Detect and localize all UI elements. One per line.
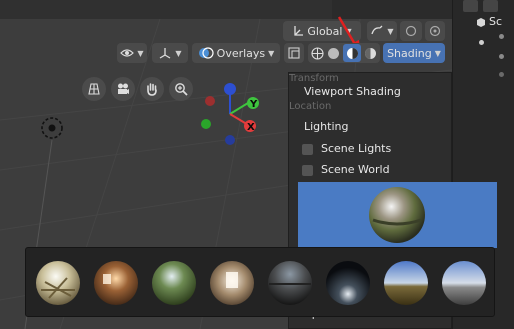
outliner-scene-label[interactable]: Sc bbox=[489, 15, 502, 28]
outliner-row-icon bbox=[499, 72, 504, 77]
outliner-expand-icon[interactable] bbox=[479, 40, 484, 45]
scene-lights-checkbox[interactable] bbox=[302, 144, 313, 155]
material-preview-icon bbox=[346, 47, 358, 59]
xray-toggle[interactable] bbox=[284, 43, 304, 63]
wireframe-shading-icon[interactable] bbox=[311, 46, 324, 60]
scene-world-label[interactable]: Scene World bbox=[321, 163, 390, 176]
outliner-row-icon bbox=[499, 54, 504, 59]
scene-lights-label[interactable]: Scene Lights bbox=[321, 142, 391, 155]
neg-z-axis-handle[interactable] bbox=[225, 135, 235, 145]
camera-view-button[interactable] bbox=[111, 77, 135, 101]
snapping-dropdown[interactable]: ▼ bbox=[367, 21, 397, 41]
zoom-icon bbox=[175, 83, 188, 96]
y-axis-label: Y bbox=[249, 99, 258, 110]
rendered-shading-icon[interactable] bbox=[364, 47, 377, 60]
grid-icon bbox=[88, 83, 100, 95]
toggle-ortho-button[interactable] bbox=[82, 77, 106, 101]
outliner-row-icon bbox=[499, 34, 504, 39]
popover-title: Viewport Shading bbox=[304, 85, 401, 98]
camera-icon bbox=[118, 83, 129, 94]
gizmo-dropdown[interactable]: ▼ bbox=[152, 43, 188, 63]
shading-mode-group bbox=[308, 43, 380, 63]
transform-axes-icon bbox=[294, 26, 304, 36]
neg-x-axis-handle[interactable] bbox=[205, 96, 215, 106]
hdri-option-3[interactable] bbox=[151, 260, 197, 306]
proportional-edit-icon bbox=[405, 25, 417, 37]
overlays-label: Overlays bbox=[216, 46, 266, 60]
xray-icon bbox=[288, 47, 300, 59]
hdri-selection-strip bbox=[25, 247, 495, 317]
hdri-option-7[interactable] bbox=[383, 260, 429, 306]
hdri-option-4[interactable] bbox=[209, 260, 255, 306]
chevron-down-icon: ▼ bbox=[268, 48, 275, 58]
proportional-falloff-button[interactable] bbox=[425, 21, 445, 41]
scene-collection-icon bbox=[477, 18, 485, 27]
chevron-down-icon: ▼ bbox=[434, 48, 441, 58]
hdri-preview-button[interactable] bbox=[298, 182, 497, 248]
shading-dropdown[interactable]: Shading ▼ bbox=[383, 43, 445, 63]
chevron-down-icon: ▼ bbox=[137, 48, 144, 58]
chevron-down-icon: ▼ bbox=[175, 48, 182, 58]
shading-label: Shading bbox=[387, 46, 432, 60]
hdri-option-6[interactable] bbox=[325, 260, 371, 306]
overlays-dropdown[interactable]: Overlays ▼ bbox=[192, 43, 280, 63]
location-ghost-label: Location bbox=[289, 101, 332, 112]
hdri-option-2[interactable] bbox=[93, 260, 139, 306]
chevron-down-icon: ▼ bbox=[387, 26, 394, 36]
outliner-editor-icon[interactable] bbox=[463, 0, 478, 12]
pan-view-button[interactable] bbox=[140, 77, 164, 101]
visibility-dropdown[interactable]: ▼ bbox=[117, 43, 147, 63]
eye-icon bbox=[120, 49, 135, 57]
overlays-icon bbox=[198, 47, 214, 59]
x-axis-label: X bbox=[247, 122, 255, 133]
neg-y-axis-handle[interactable] bbox=[201, 119, 211, 129]
hdri-option-1[interactable] bbox=[35, 260, 81, 306]
scene-world-checkbox[interactable] bbox=[302, 165, 313, 176]
z-axis-handle[interactable] bbox=[224, 83, 236, 95]
hdri-option-5[interactable] bbox=[267, 260, 313, 306]
proportional-edit-button[interactable] bbox=[400, 21, 422, 41]
lighting-label: Lighting bbox=[304, 120, 349, 133]
material-preview-shading-button[interactable] bbox=[343, 44, 361, 62]
hdri-preview-sphere bbox=[369, 187, 425, 243]
outliner-filter-icon[interactable] bbox=[483, 0, 498, 12]
transform-ghost-label: Transform bbox=[289, 73, 339, 84]
gizmo-axes-icon bbox=[160, 48, 171, 59]
viewport-header bbox=[0, 0, 452, 19]
zoom-view-button[interactable] bbox=[169, 77, 193, 101]
solid-shading-icon[interactable] bbox=[327, 47, 340, 60]
snap-icon bbox=[371, 25, 383, 35]
hand-icon bbox=[147, 83, 157, 96]
blender-screen: Global ▼ ▼ ▼ Overlays ▼ Shading ▼ Y X Sc… bbox=[0, 0, 514, 329]
navigation-gizmo[interactable]: Y X bbox=[196, 76, 266, 151]
falloff-icon bbox=[429, 25, 441, 37]
light-object-icon[interactable] bbox=[38, 114, 66, 142]
hdri-option-8[interactable] bbox=[441, 260, 487, 306]
